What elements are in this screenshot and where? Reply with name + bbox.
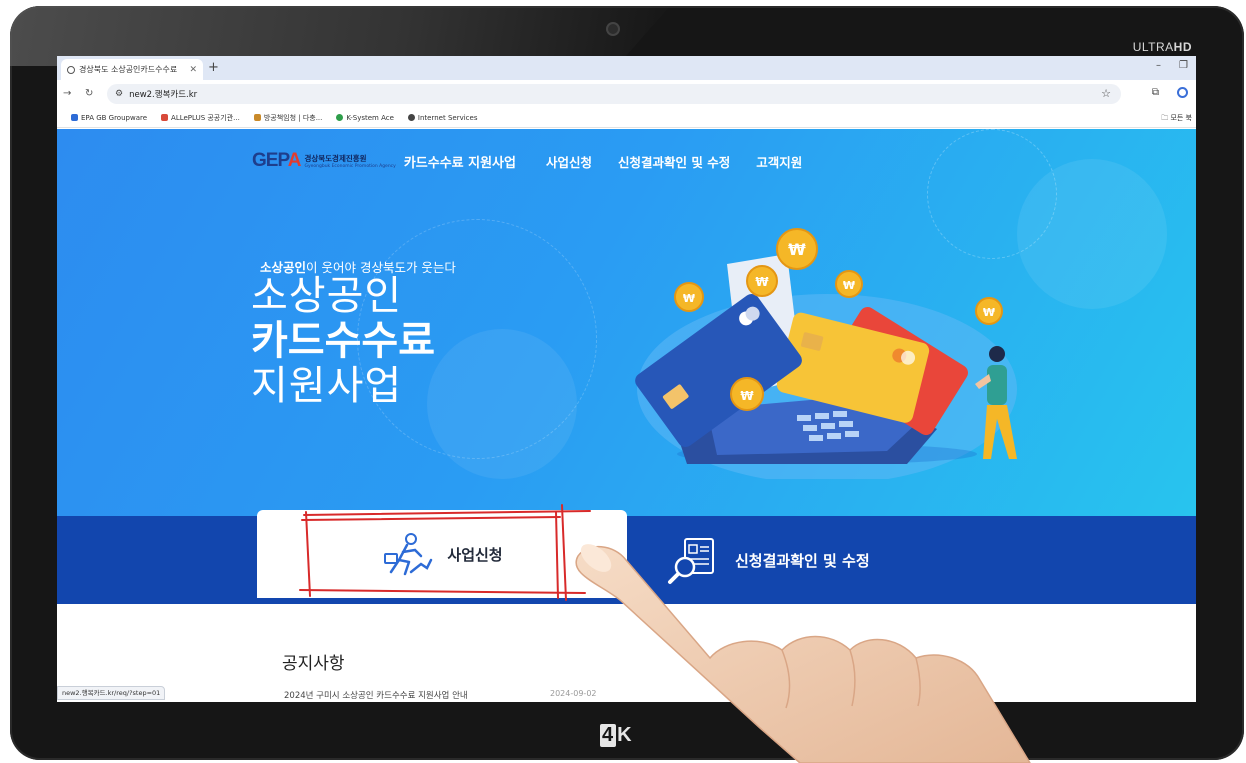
- logo-english: Gyeongbuk Economic Promotion Agency: [304, 164, 396, 169]
- bookmark-item[interactable]: K-System Ace: [336, 114, 394, 122]
- site-menu: 사업신청 신청결과확인 및 수정 고객지원: [546, 152, 802, 171]
- tab-title: 경상북도 소상공인카드수수료: [79, 65, 178, 74]
- url-text: new2.행복카드.kr: [129, 90, 198, 100]
- address-bar[interactable]: ⚙ new2.행복카드.kr ☆: [107, 84, 1121, 104]
- logo-mark-accent: A: [287, 150, 302, 171]
- toolbar-right: ⧉: [1152, 87, 1188, 98]
- bookmark-favicon-icon: [71, 114, 78, 121]
- browser-tab[interactable]: 경상북도 소상공인카드수수료 ✕: [61, 59, 203, 80]
- logo-korean: 경상북도경제진흥원: [304, 154, 367, 163]
- bookmark-favicon-icon: [407, 114, 415, 121]
- bookmark-item[interactable]: 방공책임청 | 다충...: [253, 113, 322, 123]
- site-header: GEPA 경상북도경제진흥원 Gyeongbuk Economic Promot…: [252, 149, 802, 173]
- all-bookmarks-button[interactable]: 🗀 모든 북: [1161, 113, 1192, 125]
- reload-icon[interactable]: ↻: [85, 88, 93, 99]
- menu-result-check[interactable]: 신청결과확인 및 수정: [618, 152, 730, 171]
- bookmark-star-icon[interactable]: ☆: [1101, 87, 1111, 100]
- site-title[interactable]: 카드수수료 지원사업: [404, 152, 516, 171]
- notice-section-title: 공지사항: [282, 654, 345, 674]
- svg-text:₩: ₩: [843, 279, 855, 292]
- status-url: new2.행복카드.kr/req/?step=01: [57, 686, 166, 700]
- gepa-logo[interactable]: GEPA 경상북도경제진흥원 Gyeongbuk Economic Promot…: [252, 150, 396, 172]
- bookmark-favicon-icon: [161, 114, 169, 121]
- hero-heading: 소상공인 카드수수료 지원사업: [251, 274, 435, 408]
- svg-text:₩: ₩: [740, 389, 754, 403]
- hero-line-2: 카드수수료: [251, 317, 435, 364]
- restore-icon[interactable]: ❐: [1179, 60, 1188, 71]
- minimize-icon[interactable]: –: [1156, 60, 1161, 71]
- hero-line-3: 지원사업: [251, 362, 403, 409]
- bookmark-favicon-icon: [253, 114, 261, 121]
- svg-text:₩: ₩: [788, 240, 806, 259]
- extensions-icon[interactable]: ⧉: [1152, 87, 1159, 98]
- profile-icon[interactable]: [1177, 87, 1188, 98]
- bookmark-favicon-icon: [336, 114, 344, 121]
- pointing-hand-icon: [575, 544, 1031, 763]
- credit-card-illustration: ₩ ₩ ₩ ₩ ₩ ₩: [635, 228, 1017, 479]
- close-icon[interactable]: ✕: [189, 65, 197, 75]
- new-tab-button[interactable]: +: [208, 60, 219, 75]
- globe-icon: [67, 65, 75, 74]
- webcam-icon: [608, 24, 618, 34]
- notice-item-title[interactable]: 2024년 구미시 소상공인 카드수수료 지원사업 안내: [284, 689, 468, 701]
- monitor-brand-ultrahd: ULTRAHD: [1132, 40, 1192, 54]
- bookmark-item[interactable]: EPA GB Groupware: [71, 114, 147, 122]
- svg-text:₩: ₩: [755, 275, 769, 289]
- hero-section: GEPA 경상북도경제진흥원 Gyeongbuk Economic Promot…: [57, 129, 1196, 516]
- browser-toolbar: → ↻ ⚙ new2.행복카드.kr ☆ ⧉: [57, 80, 1196, 108]
- logo-mark: GEP: [252, 150, 289, 171]
- menu-support[interactable]: 고객지원: [756, 152, 802, 171]
- apply-tab-label: 사업신청: [447, 545, 503, 564]
- bookmark-item[interactable]: Internet Services: [407, 114, 477, 122]
- menu-apply[interactable]: 사업신청: [546, 152, 592, 171]
- bookmark-item[interactable]: ALLePLUS 공공기관...: [161, 113, 240, 123]
- bookmarks-bar: EPA GB Groupware ALLePLUS 공공기관... 방공책임청 …: [57, 108, 1196, 128]
- running-businessman-icon: [384, 533, 433, 576]
- svg-text:₩: ₩: [683, 292, 695, 305]
- forward-icon[interactable]: →: [63, 88, 71, 99]
- browser-tabstrip: 경상북도 소상공인카드수수료 ✕ + – ❐: [57, 56, 1196, 80]
- svg-text:₩: ₩: [983, 306, 995, 319]
- site-info-icon[interactable]: ⚙: [115, 89, 123, 99]
- window-controls: – ❐: [1156, 60, 1188, 71]
- hero-line-1: 소상공인: [251, 273, 403, 319]
